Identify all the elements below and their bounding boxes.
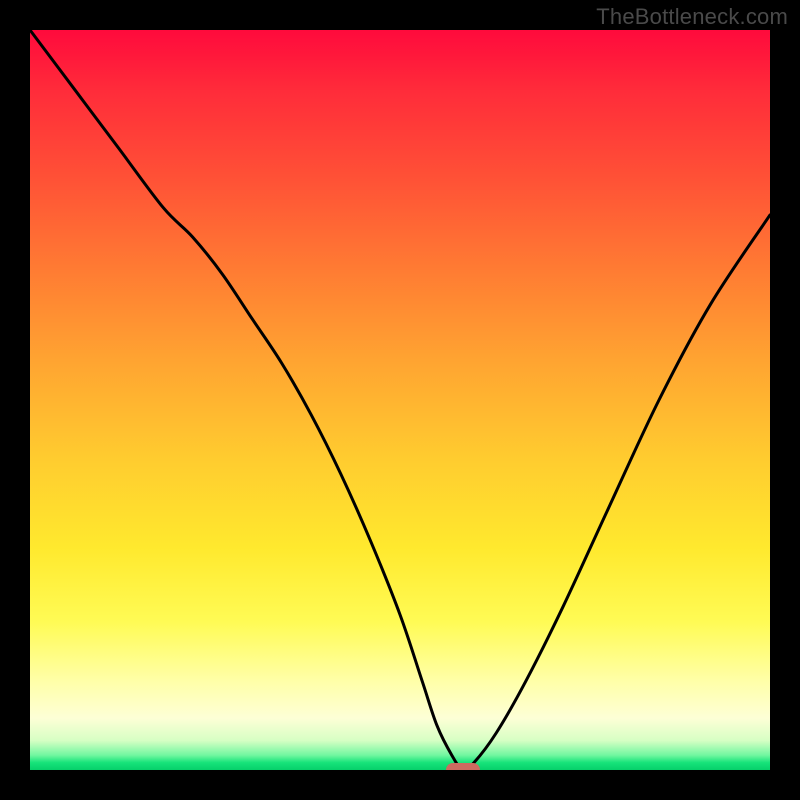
chart-frame: TheBottleneck.com [0, 0, 800, 800]
plot-area [30, 30, 770, 770]
bottleneck-curve [30, 30, 770, 770]
optimal-point-marker [446, 763, 480, 770]
watermark-text: TheBottleneck.com [596, 4, 788, 30]
